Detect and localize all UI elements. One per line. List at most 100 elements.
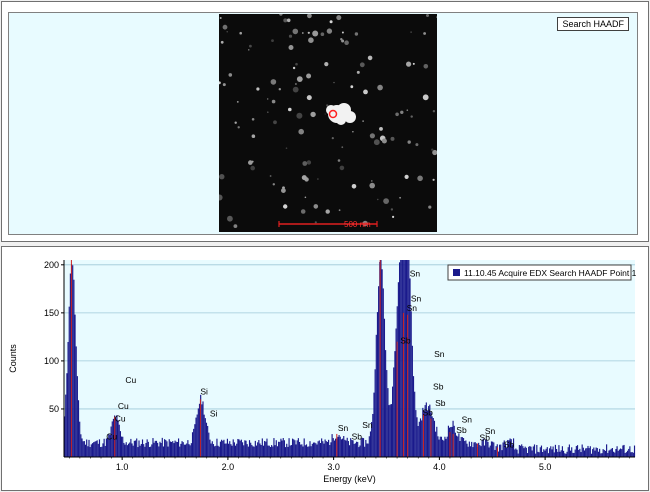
spectrum-bar: [558, 445, 560, 457]
spectrum-bar: [165, 439, 167, 457]
spectrum-bar: [87, 446, 89, 457]
spectrum-bar: [133, 440, 135, 457]
spectrum-bar: [74, 314, 76, 457]
spectrum-bar: [359, 445, 361, 457]
particle: [226, 31, 228, 33]
particle: [251, 118, 255, 121]
spectrum-bar: [438, 439, 440, 457]
spectrum-bar: [296, 440, 298, 457]
spectrum-bar: [239, 440, 241, 457]
spectrum-bar: [210, 443, 212, 457]
spectrum-bar: [231, 445, 233, 457]
spectrum-bar: [624, 453, 626, 457]
spectrum-bar: [578, 449, 580, 457]
spectrum-bar: [630, 452, 632, 457]
particle: [302, 161, 308, 166]
spectrum-bar: [408, 260, 410, 457]
haadf-image[interactable]: 500 nm: [219, 14, 437, 232]
spectrum-bar: [286, 443, 288, 457]
spectrum-bar: [84, 444, 87, 457]
spectrum-bar: [343, 436, 345, 457]
spectrum-bar: [546, 447, 548, 457]
scale-bar-label: 500 nm: [344, 220, 371, 229]
spectrum-bar: [265, 441, 267, 457]
spectrum-bar: [348, 445, 351, 457]
spectrum-bar: [250, 442, 252, 457]
spectrum-bar: [180, 443, 182, 457]
spectrum-bar: [281, 440, 283, 457]
spectrum-bar: [304, 445, 306, 457]
spectrum-bar: [324, 439, 326, 457]
spectrum-bar: [67, 341, 69, 457]
spectrum-bar: [79, 421, 81, 457]
x-axis-label: Energy (keV): [323, 474, 376, 484]
spectrum-bar: [301, 444, 303, 457]
spectrum-bar: [288, 438, 290, 457]
particle: [432, 178, 435, 181]
spectrum-bar: [560, 450, 562, 457]
y-tick-label: 150: [44, 308, 59, 318]
particle: [367, 55, 373, 61]
spectrum-bar: [77, 400, 80, 457]
particle: [307, 31, 310, 34]
spectrum-bar: [93, 442, 95, 457]
spectrum-bar: [443, 440, 445, 457]
particle: [312, 30, 319, 37]
spectrum-bar: [145, 442, 147, 457]
particle: [320, 32, 325, 36]
peak-label: Sn: [362, 420, 373, 430]
spectrum-bar: [136, 438, 138, 457]
spectrum-bar: [529, 446, 531, 457]
particle: [426, 14, 429, 17]
spectrum-bar: [333, 440, 336, 457]
spectrum-bar: [95, 441, 97, 457]
spectrum-bar: [536, 444, 538, 457]
spectrum-bar: [382, 288, 384, 457]
spectrum-bar: [203, 414, 205, 457]
particle: [339, 165, 345, 171]
particle: [270, 79, 277, 85]
particle: [351, 184, 357, 189]
spectrum-bar: [340, 439, 342, 457]
spectrum-bar: [101, 446, 103, 457]
spectrum-bar: [492, 441, 494, 457]
spectrum-bar: [225, 443, 227, 457]
spectrum-bar: [238, 439, 240, 457]
spectrum-bar: [544, 450, 546, 457]
spectrum-bar: [119, 431, 121, 457]
spectrum-bar: [344, 439, 346, 457]
spectrum-bar: [143, 444, 145, 457]
particle: [399, 196, 401, 199]
particle: [283, 204, 288, 209]
spectrum-bar: [569, 450, 572, 457]
spectrum-bar: [317, 441, 319, 457]
spectrum-bar: [309, 441, 311, 457]
particle: [341, 146, 344, 149]
spectrum-bar: [159, 441, 161, 457]
particle: [341, 31, 344, 34]
spectrum-bar: [355, 441, 358, 457]
spectrum-bar: [155, 440, 158, 457]
spectrum-bar: [187, 440, 189, 457]
spectrum-bar: [171, 441, 173, 457]
spectrum-bar: [346, 437, 348, 457]
peak-label: Sb: [400, 336, 411, 346]
spectrum-bar: [451, 426, 453, 457]
spectrum-bar: [533, 444, 536, 457]
particle: [423, 32, 426, 35]
spectrum-bar: [127, 443, 130, 457]
spectrum-bar: [540, 445, 543, 457]
spectrum-bar: [625, 452, 627, 457]
spectrum-bar: [432, 418, 434, 457]
spectrum-bar: [124, 444, 126, 457]
spectrum-bar: [588, 448, 590, 457]
particle: [248, 160, 253, 165]
spectrum-bar: [118, 424, 120, 457]
spectrum-bar: [367, 443, 369, 457]
spectrum-bar: [347, 441, 349, 457]
spectrum-bar: [581, 444, 583, 457]
spectrum-bar: [330, 442, 332, 457]
spectrum-bar: [328, 439, 330, 457]
spectrum-bar: [535, 453, 537, 457]
spectrum-bar: [387, 388, 389, 457]
